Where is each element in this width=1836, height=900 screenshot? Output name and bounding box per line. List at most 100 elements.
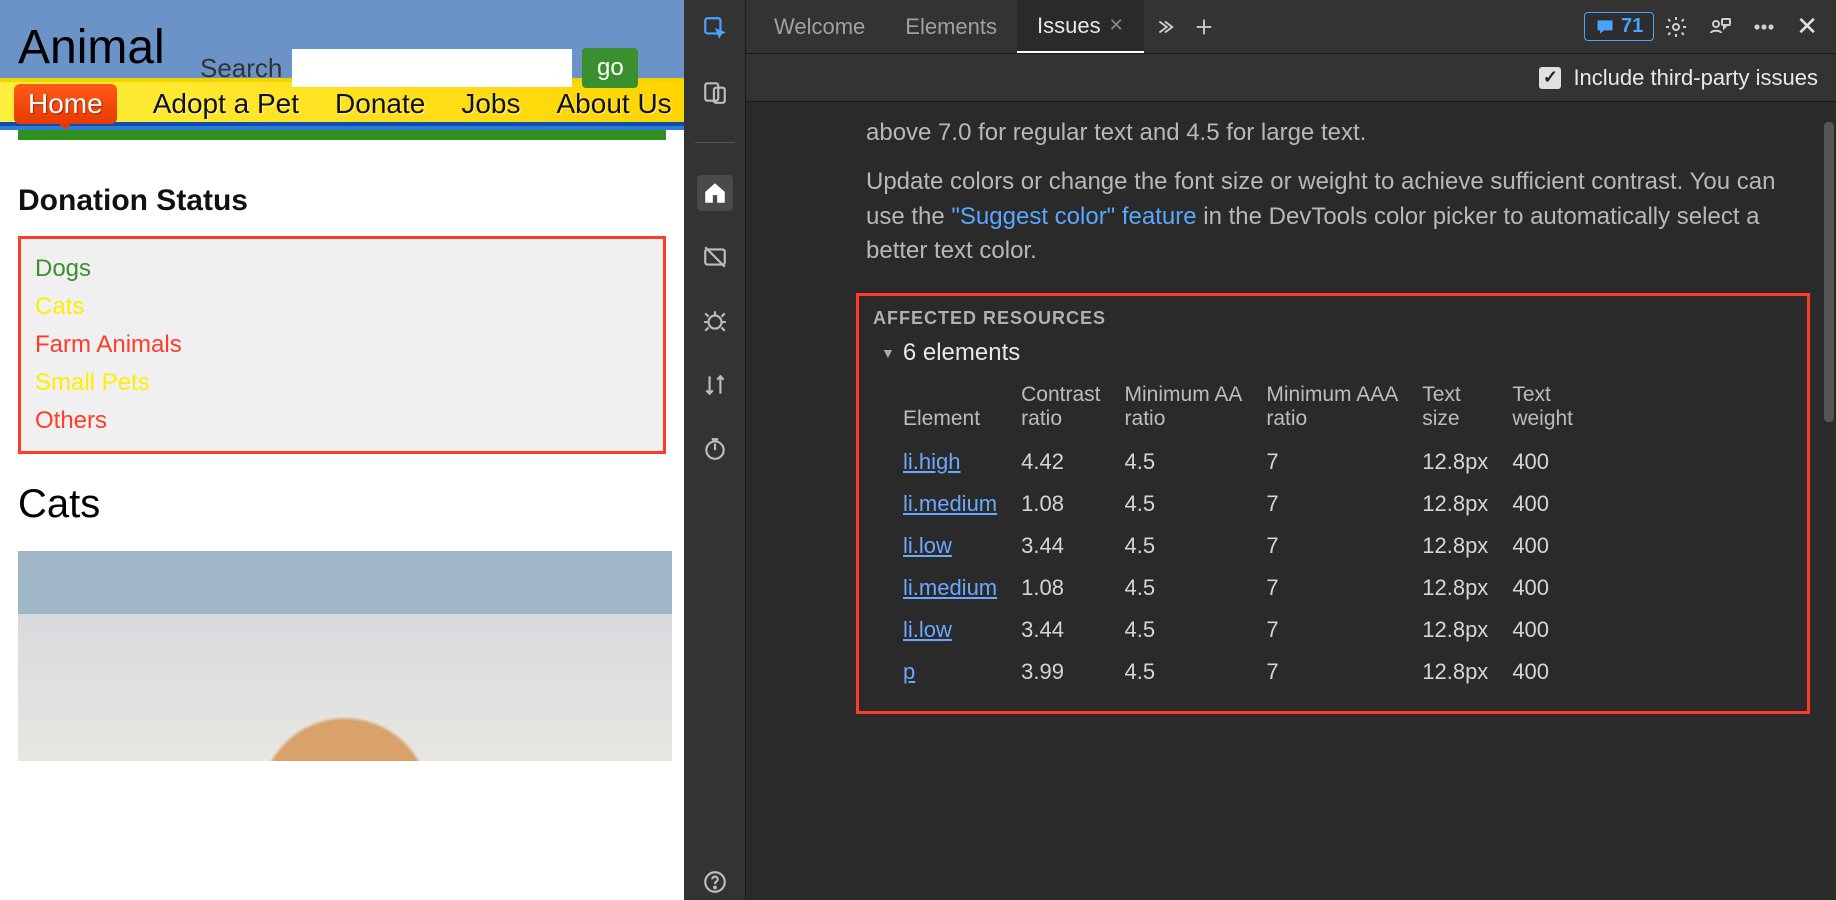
feature-link[interactable]: feature <box>1122 203 1197 230</box>
issue-desc-line2: Update colors or change the font size or… <box>746 151 1836 269</box>
nav-adopt[interactable]: Adopt a Pet <box>153 88 299 120</box>
tab-elements[interactable]: Elements <box>885 0 1017 53</box>
element-link[interactable]: li.medium <box>903 575 997 600</box>
cell-size: 12.8px <box>1422 567 1512 609</box>
nav-about[interactable]: About Us <box>557 88 672 120</box>
home-icon[interactable] <box>697 175 733 211</box>
help-icon[interactable] <box>697 864 733 900</box>
cell-weight: 400 <box>1512 525 1597 567</box>
cell-aaa: 7 <box>1266 483 1422 525</box>
cell-aa: 4.5 <box>1125 483 1267 525</box>
element-link[interactable]: li.medium <box>903 491 997 516</box>
tab-welcome[interactable]: Welcome <box>754 0 885 53</box>
site-header: Animal Search go <box>0 0 684 78</box>
cell-aa: 4.5 <box>1125 567 1267 609</box>
cell-contrast: 3.99 <box>1021 651 1124 693</box>
tab-welcome-label: Welcome <box>774 14 865 40</box>
donation-row-smallpets: Small Pets <box>35 369 649 397</box>
site-content: Donation Status Dogs Cats Farm Animals S… <box>0 140 684 781</box>
cell-element: li.low <box>903 525 1021 567</box>
search-go-button[interactable]: go <box>582 48 638 88</box>
cell-aaa: 7 <box>1266 567 1422 609</box>
element-link[interactable]: li.low <box>903 617 952 642</box>
affected-table: Element Contrastratio Minimum AAratio Mi… <box>903 377 1597 693</box>
col-aa: Minimum AAratio <box>1125 377 1267 441</box>
table-row: li.low3.444.5712.8px400 <box>903 609 1597 651</box>
cell-aa: 4.5 <box>1125 651 1267 693</box>
devtools: Welcome Elements Issues ✕ 71 ✕ ✓ Include <box>684 0 1836 900</box>
feedback-count: 71 <box>1621 15 1643 38</box>
col-aaa: Minimum AAAratio <box>1266 377 1422 441</box>
nav-home[interactable]: Home <box>14 84 117 124</box>
settings-icon[interactable] <box>1654 0 1698 53</box>
accent-bar <box>18 130 666 140</box>
more-tabs-icon[interactable] <box>1144 0 1184 53</box>
tab-elements-label: Elements <box>905 14 997 40</box>
cell-element: li.high <box>903 441 1021 483</box>
issues-body[interactable]: above 7.0 for regular text and 4.5 for l… <box>746 102 1836 900</box>
include-third-party-label: Include third-party issues <box>1573 65 1818 91</box>
tab-strip: Welcome Elements Issues ✕ 71 ✕ <box>746 0 1836 54</box>
col-contrast: Contrastratio <box>1021 377 1124 441</box>
issues-toolbar: ✓ Include third-party issues <box>746 54 1836 102</box>
cat-hero-image <box>18 551 672 761</box>
cell-size: 12.8px <box>1422 525 1512 567</box>
cell-element: li.medium <box>903 567 1021 609</box>
cell-size: 12.8px <box>1422 441 1512 483</box>
col-element: Element <box>903 377 1021 441</box>
cats-heading: Cats <box>18 482 666 527</box>
scrollbar-thumb[interactable] <box>1824 122 1834 422</box>
cell-weight: 400 <box>1512 483 1597 525</box>
search-group: Search go <box>200 48 638 88</box>
tab-issues[interactable]: Issues ✕ <box>1017 0 1144 53</box>
feedback-badge[interactable]: 71 <box>1584 12 1654 41</box>
cell-aaa: 7 <box>1266 609 1422 651</box>
search-label: Search <box>200 53 282 84</box>
more-menu-icon[interactable] <box>1742 0 1786 53</box>
cell-size: 12.8px <box>1422 651 1512 693</box>
cell-size: 12.8px <box>1422 483 1512 525</box>
cell-element: li.medium <box>903 483 1021 525</box>
cell-aa: 4.5 <box>1125 609 1267 651</box>
element-link[interactable]: li.high <box>903 449 960 474</box>
cell-element: li.low <box>903 609 1021 651</box>
inspect-icon[interactable] <box>697 10 733 46</box>
include-third-party-checkbox[interactable]: ✓ <box>1539 67 1561 89</box>
add-tab-icon[interactable] <box>1184 0 1224 53</box>
cell-weight: 400 <box>1512 609 1597 651</box>
image-off-icon[interactable] <box>697 239 733 275</box>
element-link[interactable]: li.low <box>903 533 952 558</box>
cell-aaa: 7 <box>1266 525 1422 567</box>
performance-icon[interactable] <box>697 431 733 467</box>
cell-weight: 400 <box>1512 567 1597 609</box>
donation-row-others: Others <box>35 407 649 435</box>
nav-jobs[interactable]: Jobs <box>461 88 520 120</box>
cell-contrast: 1.08 <box>1021 483 1124 525</box>
search-input[interactable] <box>292 49 572 87</box>
donation-row-farmanimals: Farm Animals <box>35 331 649 359</box>
network-icon[interactable] <box>697 367 733 403</box>
element-link[interactable]: p <box>903 659 915 684</box>
suggest-color-link[interactable]: "Suggest color" <box>951 203 1115 230</box>
table-header-row: Element Contrastratio Minimum AAratio Mi… <box>903 377 1597 441</box>
affected-resources-title: AFFECTED RESOURCES <box>873 308 1797 329</box>
affected-count-toggle[interactable]: ▼ 6 elements <box>881 339 1797 367</box>
affected-count-label: 6 elements <box>903 339 1020 367</box>
bug-icon[interactable] <box>697 303 733 339</box>
devtools-close-icon[interactable]: ✕ <box>1786 11 1828 42</box>
devtools-main: Welcome Elements Issues ✕ 71 ✕ ✓ Include <box>746 0 1836 900</box>
nav-donate[interactable]: Donate <box>335 88 425 120</box>
cell-aaa: 7 <box>1266 651 1422 693</box>
cell-aa: 4.5 <box>1125 525 1267 567</box>
device-icon[interactable] <box>697 74 733 110</box>
cell-contrast: 3.44 <box>1021 525 1124 567</box>
demo-site: Animal Search go Home Adopt a Pet Donate… <box>0 0 684 900</box>
cell-contrast: 1.08 <box>1021 567 1124 609</box>
activity-divider <box>695 142 735 143</box>
table-row: li.high4.424.5712.8px400 <box>903 441 1597 483</box>
activity-bar <box>684 0 746 900</box>
col-size: Textsize <box>1422 377 1512 441</box>
affected-resources-box: AFFECTED RESOURCES ▼ 6 elements Element … <box>856 293 1810 714</box>
send-feedback-icon[interactable] <box>1698 0 1742 53</box>
close-icon[interactable]: ✕ <box>1109 15 1124 36</box>
